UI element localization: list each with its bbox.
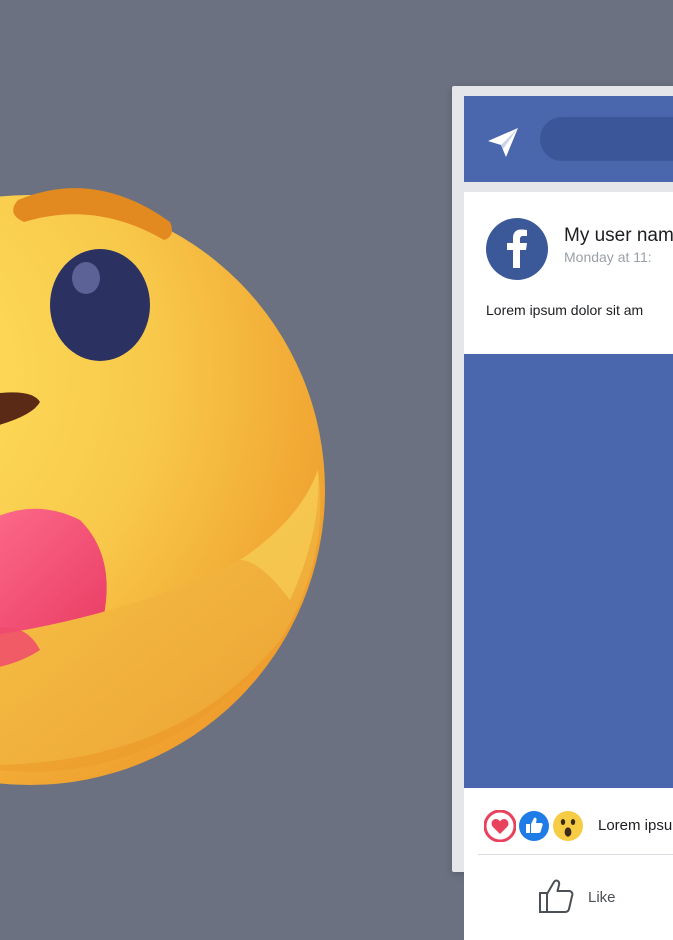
banner-canvas: My user nam Monday at 11: Lorem ipsum do…: [0, 0, 673, 940]
send-icon[interactable]: [486, 125, 520, 159]
facebook-post-mockup: My user nam Monday at 11: Lorem ipsum do…: [452, 86, 673, 940]
thumbs-up-icon: [539, 879, 574, 913]
love-reaction-icon: [484, 810, 516, 842]
wow-reaction-icon: [553, 811, 583, 841]
post: My user nam Monday at 11: Lorem ipsum do…: [464, 192, 673, 940]
post-timestamp[interactable]: Monday at 11:: [564, 249, 652, 265]
search-input[interactable]: [540, 117, 673, 161]
user-name[interactable]: My user nam: [564, 225, 673, 247]
avatar[interactable]: [486, 218, 548, 280]
like-label: Like: [588, 889, 616, 906]
facebook-logo-icon: [507, 229, 527, 268]
like-button[interactable]: Like: [536, 874, 646, 924]
like-reaction-icon: [519, 811, 549, 841]
divider: [478, 854, 673, 855]
post-image[interactable]: [464, 354, 673, 788]
reaction-count-text[interactable]: Lorem ipsu: [598, 817, 672, 834]
facebook-top-bar: [464, 96, 673, 182]
post-text: Lorem ipsum dolor sit am: [486, 302, 644, 318]
